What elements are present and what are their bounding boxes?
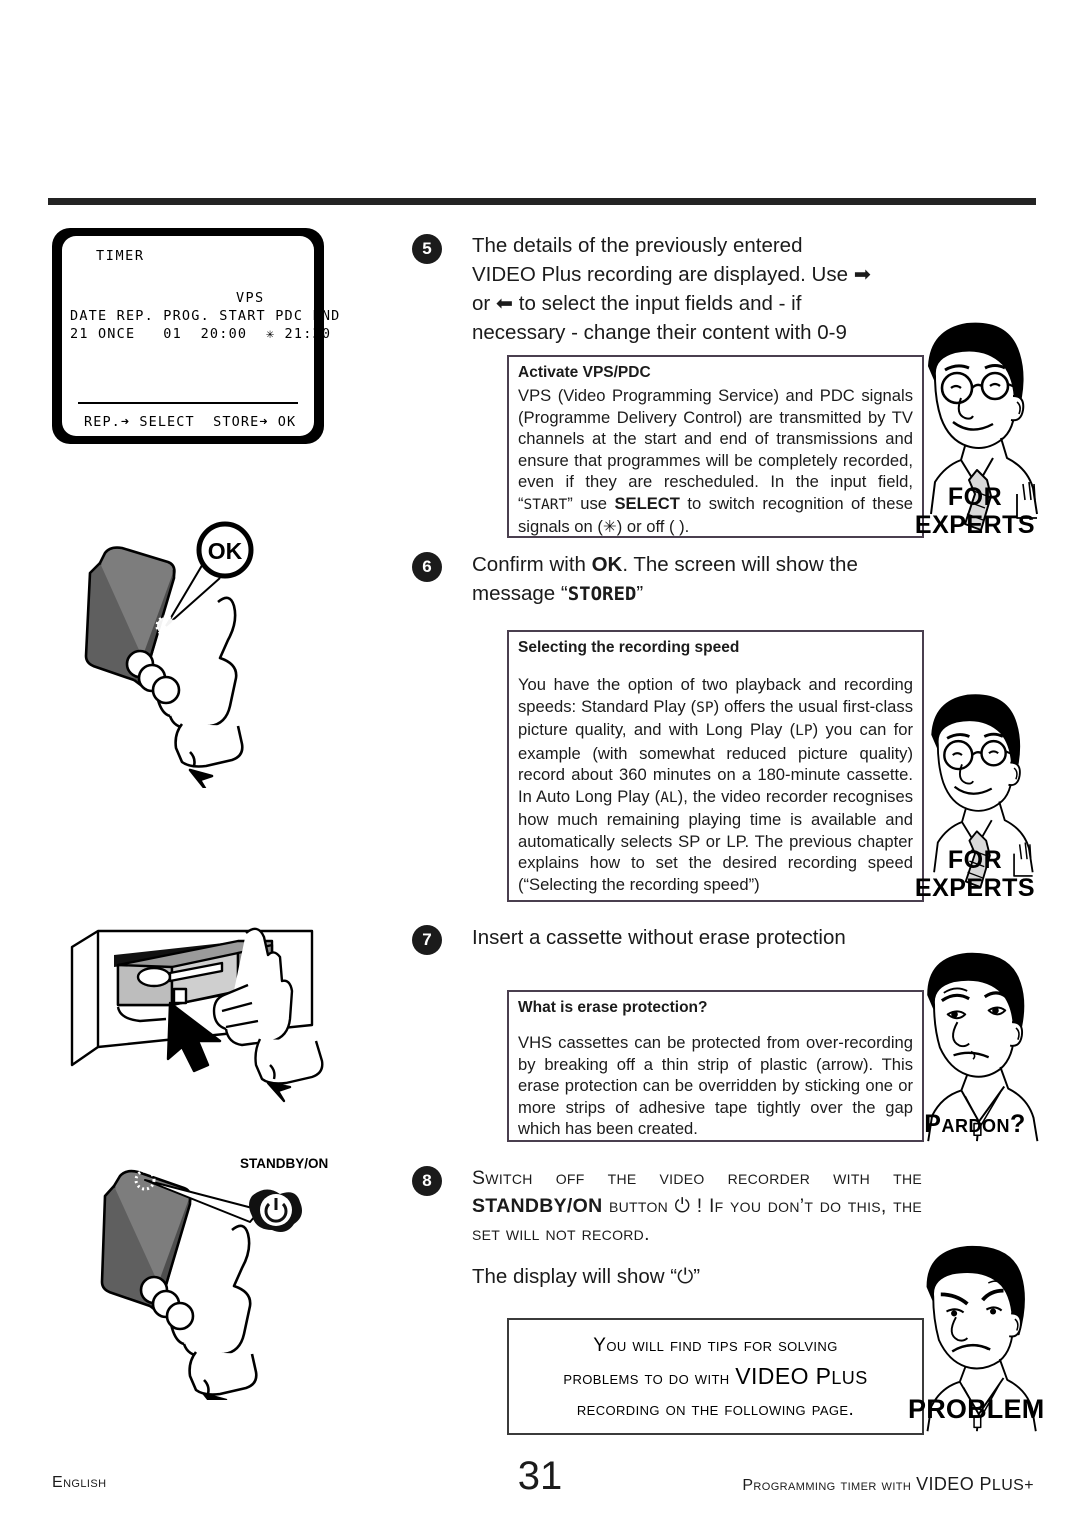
- info-box-1-select-token: SELECT: [614, 493, 680, 513]
- step-5-line-4: necessary - change their content with 0-…: [472, 321, 847, 344]
- pardon-badge: Pardon?: [924, 1110, 1026, 1138]
- info-box-1-heading: Activate VPS/PDC: [518, 364, 651, 381]
- info-box-2-heading: Selecting the recording speed: [518, 639, 740, 656]
- for-experts-badge-2: FOR EXPERTS: [912, 848, 1038, 901]
- for-experts-badge-2-line1: FOR: [947, 846, 1003, 874]
- footer-brand: VIDEO P: [916, 1474, 992, 1494]
- osd-timer-row: 21 ONCE 01 20:00 ✳ 21:30: [70, 326, 332, 342]
- for-experts-badge-2-line2: EXPERTS: [914, 874, 1036, 902]
- osd-column-headers: DATE REP. PROG. START PDC END: [70, 308, 341, 324]
- step-6-text: Confirm with OK. The screen will show th…: [472, 550, 922, 609]
- ok-callout-label: OK: [208, 538, 243, 564]
- step-6-bullet: 6: [412, 552, 442, 582]
- step-8-bullet: 8: [412, 1166, 442, 1196]
- info-box-1-body: VPS (Video Programming Service) and PDC …: [518, 385, 913, 538]
- step-6-text-a: Confirm with: [472, 553, 592, 576]
- step-8-text: Switch off the video recorder with the S…: [472, 1164, 922, 1248]
- for-experts-badge-1-line2: EXPERTS: [914, 511, 1036, 539]
- for-experts-badge-1-line1: FOR: [947, 483, 1003, 511]
- osd-divider: [78, 402, 298, 404]
- info-box-1-start-token: START: [523, 496, 568, 513]
- osd-title: TIMER: [96, 248, 145, 264]
- step-8-followup: The display will show “⏻”: [472, 1265, 701, 1288]
- problem-box-line-2: problems to do with VIDEO PLUS: [521, 1361, 910, 1394]
- osd-hint-row: REP.➜ SELECT STORE➜ OK: [84, 414, 297, 430]
- osd-timer-screen: TIMER VPS DATE REP. PROG. START PDC END …: [52, 228, 339, 444]
- footer-section-prefix: Programming timer with: [742, 1477, 917, 1494]
- problem-box-videoplus-tail: LUS: [831, 1368, 868, 1388]
- step-5-text: The details of the previously entered VI…: [472, 231, 922, 347]
- step-5-line-1: The details of the previously entered: [472, 234, 803, 257]
- step-5-line-2: VIDEO Plus recording are displayed. Use …: [472, 263, 871, 286]
- info-box-2-lp-token: LP: [795, 723, 813, 739]
- info-box-3-body: VHS cassettes can be protected from over…: [518, 1033, 913, 1138]
- info-box-erase-protection: What is erase protection? VHS cassettes …: [507, 990, 924, 1142]
- problem-box-line-3: recording on the following page.: [576, 1399, 855, 1420]
- cassette-insert-illustration: [70, 927, 324, 1103]
- step-5-line-3: or ⬅ to select the input fields and - if: [472, 292, 802, 315]
- remote-ok-illustration: OK: [84, 521, 254, 788]
- standby-callout-label: STANDBY/ON: [240, 1156, 328, 1171]
- info-box-activate-vps-pdc: Activate VPS/PDC VPS (Video Programming …: [507, 355, 924, 538]
- info-box-1-body-mid: ” use: [567, 493, 615, 513]
- problem-box-line-1: You will find tips for solving: [593, 1335, 838, 1356]
- info-box-2-body: You have the option of two playback and …: [518, 674, 913, 895]
- step-8-line-1: Switch off the video recorder with the: [472, 1167, 922, 1189]
- problem-badge: PROBLEM: [908, 1394, 1045, 1424]
- step-6-stored-token: STORED: [567, 583, 637, 605]
- page-footer: English 31 Programming timer with VIDEO …: [0, 1454, 1080, 1508]
- problem-box-line-2a: problems to do with: [563, 1368, 736, 1389]
- standby-key-graphic: [249, 1189, 302, 1232]
- step-7-bullet: 7: [412, 925, 442, 955]
- osd-vps-label: VPS: [236, 290, 265, 306]
- info-box-recording-speed: Selecting the recording speed You have t…: [507, 630, 924, 902]
- footer-brand-tail: LUS+: [991, 1477, 1034, 1494]
- step-6-text-e: ”: [636, 582, 644, 605]
- osd-screen-face: TIMER VPS DATE REP. PROG. START PDC END …: [62, 236, 339, 436]
- header-rule: [48, 198, 1036, 205]
- problem-box-videoplus-brand: VIDEO P: [735, 1363, 832, 1389]
- manual-page: TIMER VPS DATE REP. PROG. START PDC END …: [0, 0, 1080, 1528]
- step-8-standby-token: STANDBY/ON: [472, 1195, 603, 1217]
- info-box-2-sp-token: SP: [696, 699, 714, 716]
- step-5-bullet: 5: [412, 234, 442, 264]
- problem-box: You will find tips for solving problems …: [507, 1318, 924, 1435]
- step-7-text: Insert a cassette without erase protecti…: [472, 926, 846, 949]
- info-box-3-heading: What is erase protection?: [518, 999, 708, 1016]
- info-box-2-al-token: AL: [660, 789, 678, 806]
- footer-section: Programming timer with VIDEO PLUS+: [742, 1474, 1034, 1495]
- remote-standby-illustration: STANDBY/ON: [100, 1156, 328, 1400]
- step-6-ok-token: OK: [591, 553, 623, 576]
- for-experts-badge-1: FOR EXPERTS: [912, 485, 1038, 538]
